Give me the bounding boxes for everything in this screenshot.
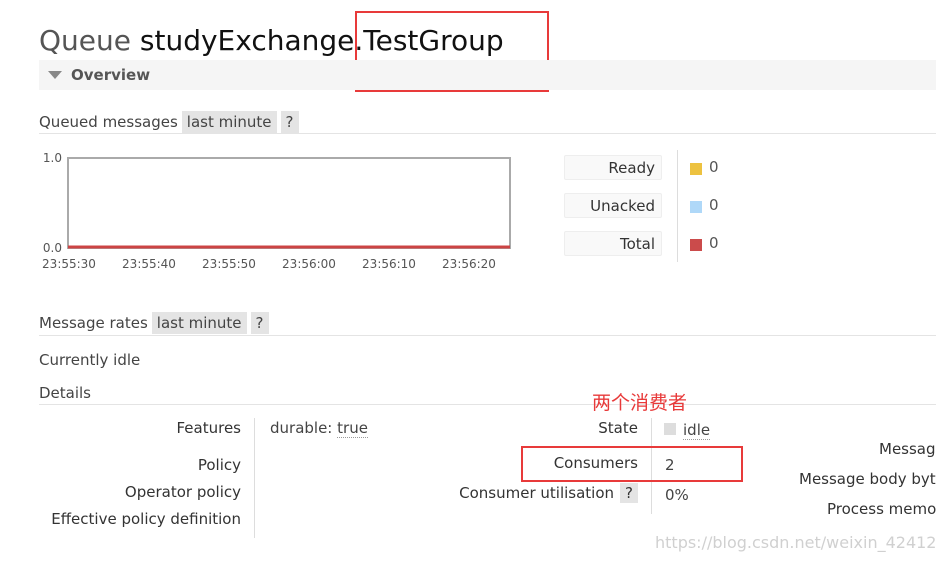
legend-label-ready: Ready [564,155,662,180]
legend-swatch-icon [690,239,702,251]
x-tick-label: 23:55:50 [202,257,256,271]
triangle-down-icon [48,71,62,79]
features-label: Features [176,419,242,437]
help-button[interactable]: ? [250,312,269,334]
help-button[interactable]: ? [620,483,638,503]
overview-section-toggle[interactable]: Overview [39,60,936,90]
help-button[interactable]: ? [280,111,299,133]
consumer-utilisation-value: 0% [665,486,689,504]
idle-text: Currently idle [39,351,141,369]
y-tick-label: 0.0 [43,241,62,255]
legend-label-unacked: Unacked [564,193,662,218]
y-tick-label: 1.0 [43,151,62,165]
details-header: Details [39,384,92,402]
x-tick-label: 23:55:40 [122,257,176,271]
divider [39,335,936,336]
overview-label: Overview [71,66,151,84]
legend-value: 0 [709,158,719,176]
queued-messages-header: Queued messages last minute? [39,111,299,133]
divider [39,404,936,405]
highlight-box-consumers [521,446,743,482]
operator-policy-label: Operator policy [124,483,241,501]
messages-label: Messag [879,440,936,458]
message-rates-header: Message rates last minute? [39,312,269,334]
state-value: idle [664,421,711,440]
effective-policy-label: Effective policy definition [51,510,241,528]
x-tick-label: 23:56:20 [442,257,496,271]
legend-swatch-icon [690,163,702,175]
annotation: 两个消费者 [592,392,688,414]
divider [254,418,255,538]
legend-value: 0 [709,234,719,252]
state-indicator-icon [664,423,676,435]
legend-swatch-icon [690,201,702,213]
range-selector[interactable]: last minute [181,111,277,133]
range-selector[interactable]: last minute [151,312,247,334]
x-tick-label: 23:56:10 [362,257,416,271]
policy-label: Policy [197,456,241,474]
queued-messages-chart: 1.0 0.0 23:55:30 23:55:40 23:55:50 23:56:00 23… [42,151,511,271]
durable-feature: durable: true [270,419,368,438]
consumer-utilisation-label: Consumer utilisation? [459,483,638,503]
x-tick-label: 23:55:30 [42,257,96,271]
x-tick-label: 23:56:00 [282,257,336,271]
watermark: https://blog.csdn.net/weixin_42412601 [655,533,936,552]
process-memory-label: Process memo [827,500,936,518]
legend-label-total: Total [564,231,662,256]
plot-area [67,157,511,249]
state-label: State [598,419,638,437]
divider [39,133,936,134]
legend-value: 0 [709,196,719,214]
message-body-bytes-label: Message body byt [799,470,936,488]
divider [677,150,678,262]
